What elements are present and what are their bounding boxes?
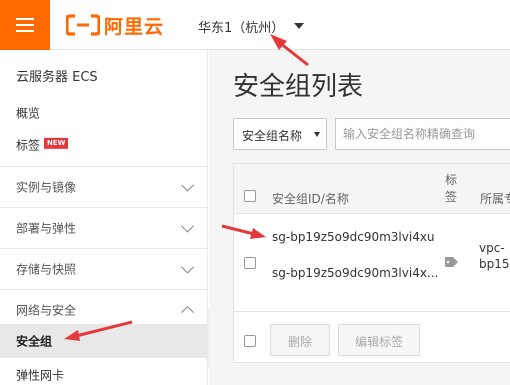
sidebar-item-label: 标签	[16, 138, 41, 153]
aliyun-logo-icon	[66, 14, 100, 36]
security-group-name: sg-bp19z5o9dc90m3lvi4x...	[272, 266, 439, 280]
column-header-tag: 标签	[445, 173, 458, 204]
edit-tags-button[interactable]: 编辑标签	[338, 324, 420, 356]
search-input[interactable]	[335, 118, 510, 150]
aliyun-logo[interactable]: 阿里云	[66, 12, 164, 38]
security-group-table: 安全组ID/名称 标签 所属专 sg-bp19z5o9dc90m3lvi4xu …	[233, 163, 510, 363]
main-content: 安全组列表 安全组名称 安全组ID/名称 标签 所属专 sg-bp19z5o9d…	[209, 50, 510, 385]
delete-button[interactable]: 删除	[270, 324, 330, 356]
table-header: 安全组ID/名称 标签 所属专	[234, 164, 510, 214]
ecs-console: 阿里云 华东1（杭州） 云服务器 ECS 概览 标签 NEW 实例与镜像 部署与…	[0, 0, 510, 385]
caret-down-icon	[314, 132, 320, 137]
vpc-line: vpc-	[479, 241, 505, 255]
sidebar-item-label: 弹性网卡	[16, 368, 65, 383]
sidebar-group-label: 存储与快照	[16, 262, 77, 277]
sidebar-group-label: 实例与镜像	[16, 180, 77, 195]
menu-button[interactable]	[0, 0, 50, 50]
footer-select-checkbox[interactable]	[244, 335, 256, 347]
chevron-down-icon	[181, 260, 194, 274]
chevron-up-icon	[181, 305, 194, 319]
sidebar-group-instances[interactable]: 实例与镜像	[0, 166, 208, 207]
chevron-down-icon	[181, 219, 194, 233]
sidebar-group-deployment[interactable]: 部署与弹性	[0, 207, 208, 248]
column-header-vpc: 所属专	[480, 192, 510, 206]
vpc-line: bp15g	[479, 257, 510, 271]
security-group-id-link[interactable]: sg-bp19z5o9dc90m3lvi4xu	[272, 230, 435, 244]
tag-icon[interactable]	[445, 257, 458, 267]
top-bar: 阿里云 华东1（杭州）	[0, 0, 510, 50]
sidebar-group-label: 部署与弹性	[16, 221, 77, 236]
region-selector[interactable]: 华东1（杭州）	[198, 16, 305, 36]
vpc-cell[interactable]: vpc- bp15g	[479, 240, 510, 272]
row-checkbox[interactable]	[244, 257, 256, 269]
sidebar-group-storage[interactable]: 存储与快照	[0, 248, 208, 289]
sidebar-item-label: 安全组	[16, 334, 53, 349]
hamburger-icon	[16, 18, 34, 20]
sidebar-item-security-group[interactable]: 安全组	[0, 324, 208, 358]
sidebar: 云服务器 ECS 概览 标签 NEW 实例与镜像 部署与弹性 存储与快照 网络与…	[0, 50, 208, 385]
new-badge: NEW	[44, 137, 69, 149]
table-row: sg-bp19z5o9dc90m3lvi4xu sg-bp19z5o9dc90m…	[234, 214, 510, 312]
caret-down-icon	[294, 23, 305, 29]
sidebar-title: 云服务器 ECS	[16, 70, 98, 85]
select-all-checkbox[interactable]	[244, 190, 256, 202]
region-label: 华东1（杭州）	[198, 20, 285, 36]
table-footer: 删除 编辑标签	[234, 312, 510, 364]
column-header-id-name: 安全组ID/名称	[272, 192, 349, 206]
sidebar-item-tags[interactable]: 标签 NEW	[0, 126, 208, 164]
chevron-down-icon	[181, 178, 194, 192]
sidebar-item-eni[interactable]: 弹性网卡	[0, 358, 208, 385]
sidebar-group-label: 网络与安全	[16, 303, 77, 318]
filter-select[interactable]: 安全组名称	[233, 118, 327, 150]
sidebar-item-label: 概览	[16, 106, 41, 121]
page-title: 安全组列表	[233, 72, 364, 102]
filter-select-value: 安全组名称	[242, 129, 303, 143]
logo-text: 阿里云	[104, 15, 165, 38]
